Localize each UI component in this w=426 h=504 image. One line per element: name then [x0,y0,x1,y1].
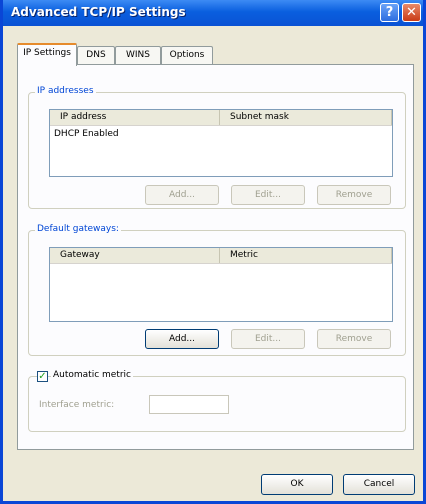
column-gateway[interactable]: Gateway [50,248,220,263]
gateway-list-header: Gateway Metric [50,248,392,264]
interface-metric-label: Interface metric: [39,400,115,410]
automatic-metric-checkbox[interactable]: ✓ [37,371,48,382]
column-ip-address[interactable]: IP address [50,110,220,125]
title-bar[interactable]: Advanced TCP/IP Settings ? ✕ [3,0,423,26]
help-icon[interactable]: ? [380,3,399,22]
tab-options[interactable]: Options [161,46,213,65]
ip-address-list[interactable]: IP address Subnet mask DHCP Enabled [49,109,393,177]
close-icon[interactable]: ✕ [402,3,421,22]
gateway-edit-button[interactable]: Edit... [231,329,305,349]
window-title: Advanced TCP/IP Settings [11,5,186,19]
column-metric[interactable]: Metric [220,248,392,263]
ip-add-button[interactable]: Add... [145,185,219,205]
ok-button[interactable]: OK [261,474,333,495]
ip-addresses-group: IP addresses IP address Subnet mask DHCP… [28,86,406,209]
gateway-add-button[interactable]: Add... [145,329,219,349]
tab-page-ip-settings: IP addresses IP address Subnet mask DHCP… [17,64,414,450]
ip-remove-button[interactable]: Remove [317,185,391,205]
tab-wins[interactable]: WINS [115,46,161,65]
cancel-button[interactable]: Cancel [343,474,415,495]
ip-row-dhcp-enabled[interactable]: DHCP Enabled [54,129,119,139]
automatic-metric-group: ✓ Automatic metric Interface metric: [28,370,406,432]
automatic-metric-label[interactable]: Automatic metric [51,370,133,380]
advanced-tcpip-dialog: Advanced TCP/IP Settings ? ✕ IP Settings… [0,0,426,504]
tab-dns[interactable]: DNS [77,46,115,65]
ip-addresses-group-title: IP addresses [35,86,96,96]
ip-list-header: IP address Subnet mask [50,110,392,126]
gateway-list[interactable]: Gateway Metric [49,247,393,322]
interface-metric-input[interactable] [149,395,229,414]
default-gateways-group-title: Default gateways: [35,224,121,234]
default-gateways-group: Default gateways: Gateway Metric Add... … [28,224,406,356]
column-subnet-mask[interactable]: Subnet mask [220,110,392,125]
gateway-remove-button[interactable]: Remove [317,329,391,349]
tab-ip-settings[interactable]: IP Settings [17,43,77,66]
ip-edit-button[interactable]: Edit... [231,185,305,205]
